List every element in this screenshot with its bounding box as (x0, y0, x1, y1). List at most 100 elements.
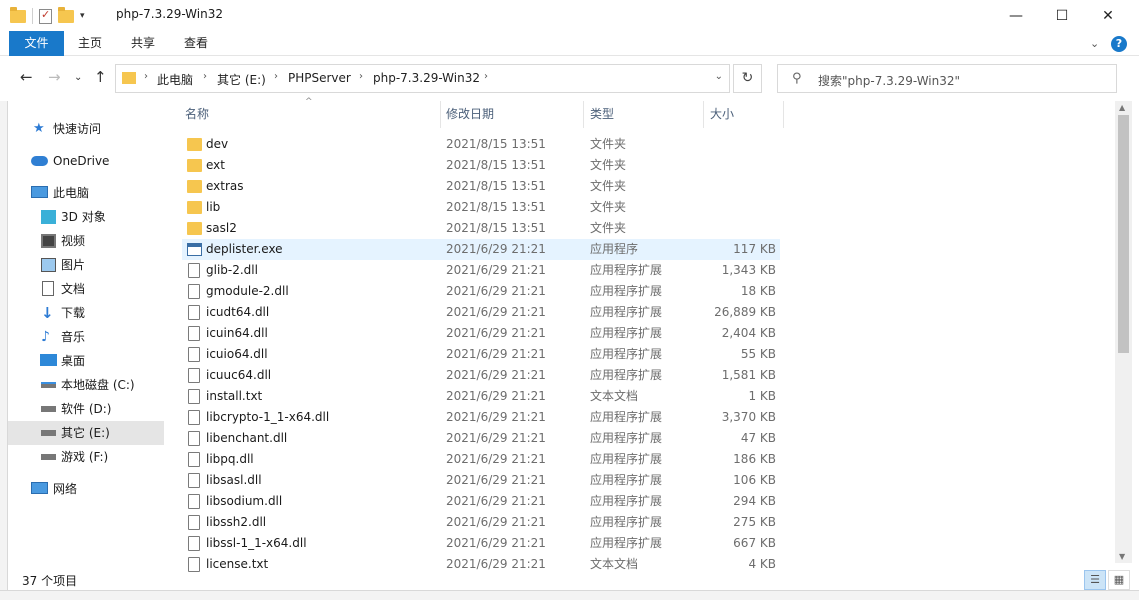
forward-arrow-icon[interactable]: → (48, 68, 61, 86)
address-history-dropdown-icon[interactable]: ⌄ (715, 71, 723, 82)
details-view-icon[interactable]: ☰ (1084, 570, 1106, 590)
file-icon (188, 431, 200, 446)
folder-icon (122, 72, 136, 84)
drive-icon (41, 382, 56, 388)
refresh-button[interactable]: ↻ (733, 64, 762, 93)
table-row[interactable]: icuuc64.dll 2021/6/29 21:21 应用程序扩展 1,581 KB (182, 365, 780, 386)
recent-locations-dropdown-icon[interactable]: ⌄ (74, 72, 82, 83)
nav-item-videos[interactable]: 视频 (8, 229, 164, 253)
column-header-size[interactable]: 大小 (710, 101, 734, 128)
breadcrumb-chevron-icon[interactable]: › (274, 71, 278, 82)
table-row[interactable]: icudt64.dll 2021/6/29 21:21 应用程序扩展 26,889 K… (182, 302, 780, 323)
table-row[interactable]: sasl2 2021/8/15 13:51 文件夹 (182, 218, 780, 239)
nav-item-onedrive[interactable]: OneDrive (8, 149, 164, 173)
drive-icon (41, 454, 56, 460)
table-row[interactable]: libsodium.dll 2021/6/29 21:21 应用程序扩展 294 KB (182, 491, 780, 512)
breadcrumb-chevron-icon[interactable]: › (359, 71, 363, 82)
help-icon[interactable]: ? (1111, 36, 1127, 52)
file-size: 18 KB (740, 284, 776, 298)
tab-share[interactable]: 共享 (118, 31, 168, 56)
minimize-button[interactable]: — (993, 0, 1039, 31)
column-header-type[interactable]: 类型 (590, 101, 614, 128)
table-row[interactable]: deplister.exe 2021/6/29 21:21 应用程序 117 KB (182, 239, 780, 260)
table-row[interactable]: libcrypto-1_1-x64.dll 2021/6/29 21:21 应用程序… (182, 407, 780, 428)
table-row[interactable]: ext 2021/8/15 13:51 文件夹 (182, 155, 780, 176)
table-row[interactable]: gmodule-2.dll 2021/6/29 21:21 应用程序扩展 18 KB (182, 281, 780, 302)
file-name: deplister.exe (206, 242, 283, 256)
file-date: 2021/8/15 13:51 (446, 137, 546, 151)
expand-ribbon-icon[interactable]: ⌄ (1090, 37, 1099, 50)
back-arrow-icon[interactable]: ← (20, 68, 33, 86)
table-row[interactable]: lib 2021/8/15 13:51 文件夹 (182, 197, 780, 218)
file-size: 275 KB (733, 515, 776, 529)
properties-icon[interactable] (39, 8, 52, 24)
file-name: icudt64.dll (206, 305, 270, 319)
nav-item-pictures[interactable]: 图片 (8, 253, 164, 277)
file-size: 294 KB (733, 494, 776, 508)
file-type: 应用程序扩展 (590, 263, 663, 277)
breadcrumb-current-folder[interactable]: php-7.3.29-Win32 (373, 71, 480, 85)
column-divider[interactable] (703, 101, 704, 128)
nav-item-drive-e[interactable]: 其它 (E:) (8, 421, 164, 445)
breadcrumb-this-pc[interactable]: 此电脑 (157, 71, 193, 88)
nav-item-this-pc[interactable]: 此电脑 (8, 181, 164, 205)
ribbon-tabs: 文件 主页 共享 查看 ⌄ ? (0, 31, 1139, 56)
address-bar[interactable]: › 此电脑 › 其它 (E:) › PHPServer › php-7.3.29… (115, 64, 730, 93)
scroll-up-icon[interactable]: ▲ (1119, 103, 1125, 112)
tab-view[interactable]: 查看 (172, 31, 220, 56)
nav-item-drive-d[interactable]: 软件 (D:) (8, 397, 164, 421)
nav-item-drive-f[interactable]: 游戏 (F:) (8, 445, 164, 469)
nav-item-3d-objects[interactable]: 3D 对象 (8, 205, 164, 229)
file-size: 55 KB (740, 347, 776, 361)
breadcrumb-drive-e[interactable]: 其它 (E:) (217, 71, 266, 88)
file-type: 应用程序扩展 (590, 368, 663, 382)
file-type: 文件夹 (590, 200, 627, 214)
nav-item-downloads[interactable]: ↓ 下载 (8, 301, 164, 325)
file-date: 2021/6/29 21:21 (446, 326, 546, 340)
scrollbar-thumb[interactable] (1118, 115, 1129, 353)
file-size: 667 KB (733, 536, 776, 550)
nav-item-drive-c[interactable]: 本地磁盘 (C:) (8, 373, 164, 397)
star-icon: ★ (33, 121, 45, 136)
column-divider[interactable] (583, 101, 584, 128)
nav-item-desktop[interactable]: 桌面 (8, 349, 164, 373)
maximize-button[interactable]: ☐ (1039, 0, 1085, 31)
table-row[interactable]: libpq.dll 2021/6/29 21:21 应用程序扩展 186 KB (182, 449, 780, 470)
breadcrumb-chevron-icon[interactable]: › (203, 71, 207, 82)
search-input[interactable]: ⚲ 搜索"php-7.3.29-Win32" (777, 64, 1117, 93)
large-icons-view-icon[interactable]: ▦ (1108, 570, 1130, 590)
breadcrumb-chevron-icon[interactable]: › (144, 71, 148, 82)
column-header-name[interactable]: 名称 (185, 101, 209, 128)
table-row[interactable]: libssh2.dll 2021/6/29 21:21 应用程序扩展 275 KB (182, 512, 780, 533)
file-type: 文件夹 (590, 137, 627, 151)
table-row[interactable]: libssl-1_1-x64.dll 2021/6/29 21:21 应用程序扩展 6… (182, 533, 780, 554)
table-row[interactable]: glib-2.dll 2021/6/29 21:21 应用程序扩展 1,343 KB (182, 260, 780, 281)
column-header-date[interactable]: 修改日期 (446, 101, 494, 128)
column-divider[interactable] (783, 101, 784, 128)
close-button[interactable]: ✕ (1085, 0, 1131, 31)
up-arrow-icon[interactable]: ↑ (94, 68, 107, 86)
nav-item-documents[interactable]: 文档 (8, 277, 164, 301)
table-row[interactable]: libsasl.dll 2021/6/29 21:21 应用程序扩展 106 KB (182, 470, 780, 491)
breadcrumb-phpserver[interactable]: PHPServer (288, 71, 351, 85)
new-folder-icon[interactable] (58, 6, 74, 23)
column-divider[interactable] (440, 101, 441, 128)
nav-item-music[interactable]: ♪ 音乐 (8, 325, 164, 349)
nav-item-network[interactable]: 网络 (8, 477, 164, 501)
nav-item-quick-access[interactable]: ★ 快速访问 (8, 117, 164, 141)
breadcrumb-chevron-icon[interactable]: › (484, 71, 488, 82)
file-name: icuuc64.dll (206, 368, 272, 382)
table-row[interactable]: icuin64.dll 2021/6/29 21:21 应用程序扩展 2,404 KB (182, 323, 780, 344)
customize-toolbar-dropdown-icon[interactable]: ▾ (80, 11, 85, 21)
table-row[interactable]: icuio64.dll 2021/6/29 21:21 应用程序扩展 55 KB (182, 344, 780, 365)
table-row[interactable]: dev 2021/8/15 13:51 文件夹 (182, 134, 780, 155)
table-row[interactable]: libenchant.dll 2021/6/29 21:21 应用程序扩展 47 KB (182, 428, 780, 449)
table-row[interactable]: extras 2021/8/15 13:51 文件夹 (182, 176, 780, 197)
tab-file[interactable]: 文件 (9, 31, 64, 56)
table-row[interactable]: install.txt 2021/6/29 21:21 文本文档 1 KB (182, 386, 780, 407)
vertical-scrollbar[interactable]: ▲ ▼ (1115, 101, 1132, 563)
scroll-down-icon[interactable]: ▼ (1119, 552, 1125, 561)
tab-home[interactable]: 主页 (66, 31, 114, 56)
status-bar: 37 个项目 ☰ ▦ (0, 570, 1139, 590)
file-name: icuin64.dll (206, 326, 268, 340)
